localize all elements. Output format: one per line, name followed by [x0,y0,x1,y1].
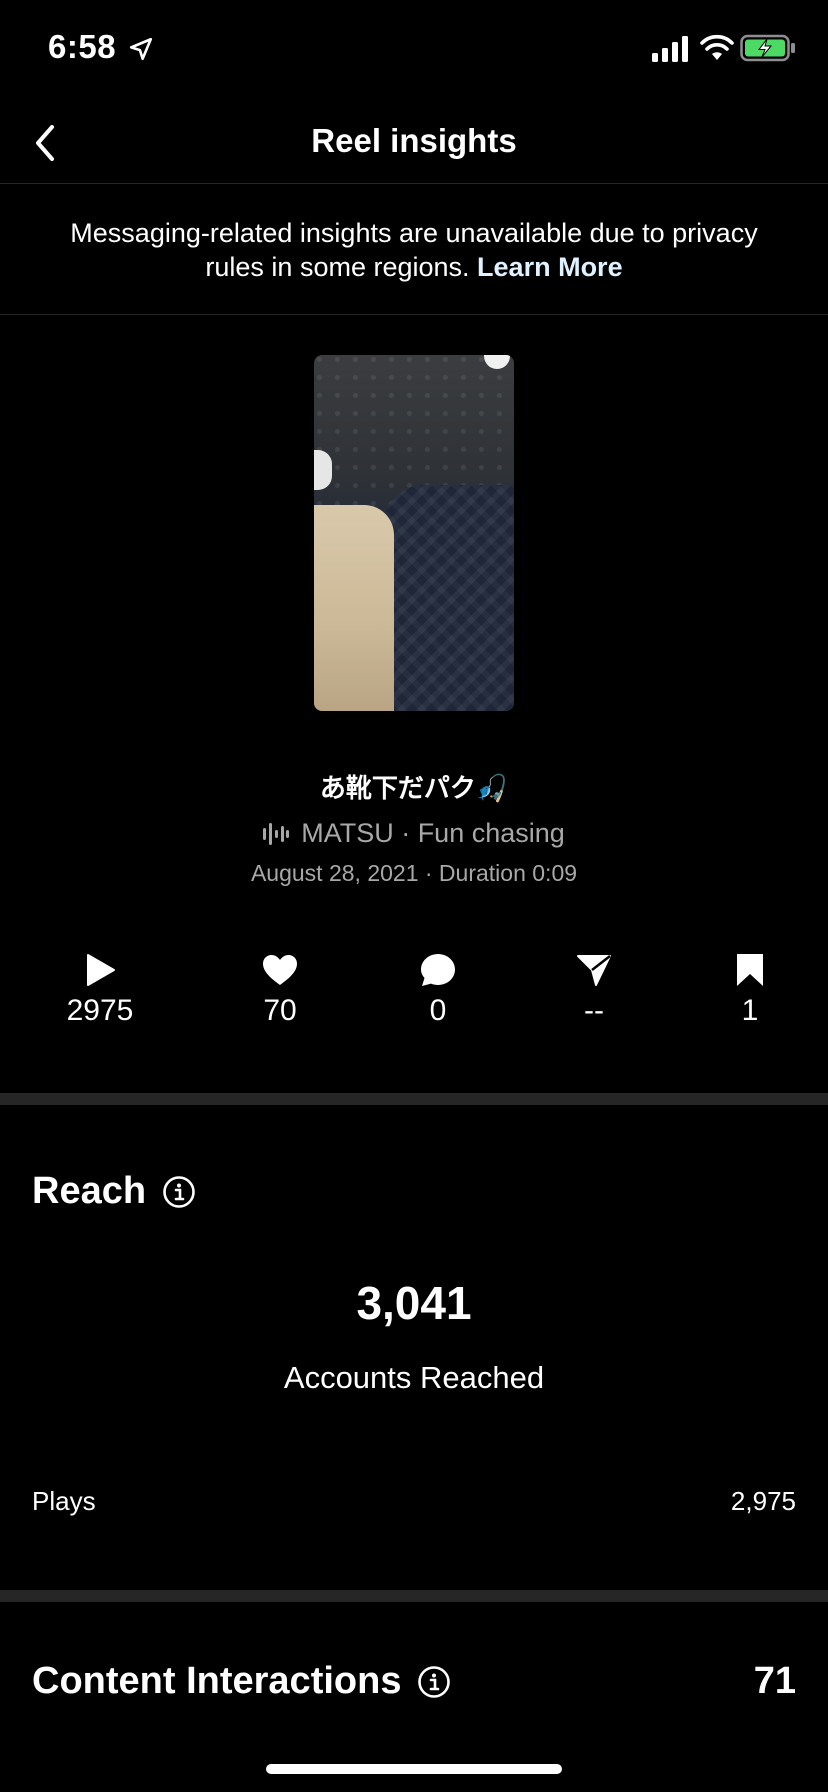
status-time: 6:58 [48,28,117,65]
section-divider [0,1590,828,1602]
stat-likes: 70 [210,950,350,1028]
stat-comments: 0 [368,950,508,1028]
content-interactions-heading: Content Interactions [32,1660,451,1703]
cellular-signal-icon [652,36,688,62]
home-indicator[interactable] [266,1764,562,1774]
audio-waveform-icon [263,822,290,845]
status-bar: 6:58 [0,0,828,100]
comment-icon [421,954,455,986]
notice-text-block: Messaging-related insights are unavailab… [69,216,759,284]
audio-label: MATSU · Fun chasing [301,818,565,848]
saves-count: 1 [741,994,759,1027]
location-arrow-icon [129,37,153,61]
battery-charging-icon [740,34,795,62]
plays-count: 2975 [66,994,134,1027]
screen: 6:58 Reel insights Messaging-related ins… [0,0,828,1792]
section-divider [0,1093,828,1105]
plays-metric-row: Plays 2,975 [32,1486,796,1517]
learn-more-link[interactable]: Learn More [477,252,623,282]
plays-label: Plays [32,1486,96,1516]
play-icon [87,954,115,986]
notice-text: Messaging-related insights are unavailab… [70,217,758,282]
reel-date-duration: August 28, 2021 · Duration 0:09 [250,860,578,886]
stat-plays: 2975 [30,950,170,1028]
comments-count: 0 [429,994,447,1027]
reel-caption: あ靴下だパク🎣 [319,773,509,803]
reel-audio[interactable]: MATSU · Fun chasing [0,818,828,849]
content-interactions-value: 71 [753,1660,796,1702]
page-title: Reel insights [311,122,517,159]
shares-count: -- [584,994,604,1027]
stats-row: 2975 70 0 -- 1 [0,950,828,1040]
privacy-notice: Messaging-related insights are unavailab… [0,185,828,315]
likes-count: 70 [263,994,297,1027]
stat-saves: 1 [680,950,820,1028]
bookmark-icon [737,954,763,986]
accounts-reached-label: Accounts Reached [283,1360,545,1395]
plays-value: 2,975 [730,1486,796,1516]
info-icon[interactable] [417,1665,451,1699]
nav-bar: Reel insights [0,100,828,184]
paper-plane-icon [577,955,611,986]
heart-icon [263,955,297,985]
accounts-reached-value: 3,041 [356,1277,472,1329]
content-interactions-title: Content Interactions [32,1660,402,1702]
stat-shares: -- [524,950,664,1028]
reel-thumbnail[interactable] [314,355,514,711]
reach-title: Reach [32,1170,147,1212]
wifi-icon [700,34,734,60]
info-icon[interactable] [162,1175,196,1209]
reach-heading: Reach [32,1170,196,1213]
